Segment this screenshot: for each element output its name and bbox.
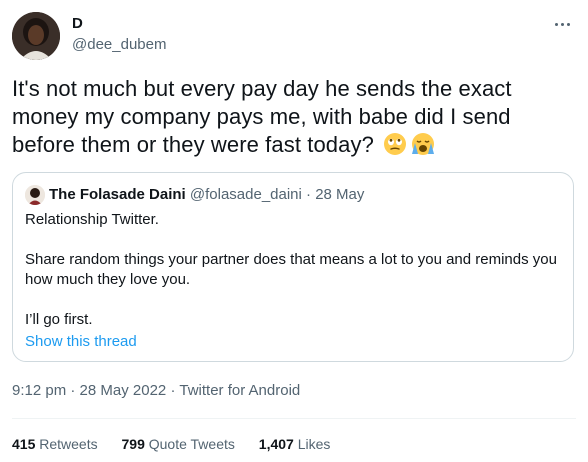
more-options-icon[interactable] [550, 14, 574, 34]
quoted-author-handle[interactable]: @folasade_daini [190, 186, 302, 203]
retweets-stat[interactable]: 415 Retweets [12, 436, 98, 452]
quoted-tweet-text: Relationship Twitter. Share random thing… [25, 210, 565, 330]
author-handle[interactable]: @dee_dubem [72, 36, 166, 53]
quoted-date[interactable]: 28 May [315, 186, 364, 203]
retweets-count: 415 [12, 436, 36, 452]
quoted-separator: · [306, 186, 312, 203]
tweet-date[interactable]: 28 May 2022 [80, 382, 167, 399]
quoted-line-2: Share random things your partner does th… [25, 251, 557, 288]
tweet-time[interactable]: 9:12 pm [12, 382, 66, 399]
meta-separator: · [70, 382, 76, 399]
likes-stat[interactable]: 1,407 Likes [259, 436, 331, 452]
retweets-label: Retweets [39, 436, 98, 452]
divider [12, 418, 576, 419]
tweet-source[interactable]: Twitter for Android [179, 382, 300, 399]
tweet-metadata: 9:12 pm · 28 May 2022 · Twitter for Andr… [12, 382, 300, 399]
quote-tweets-label: Quote Tweets [148, 436, 235, 452]
tweet-text: It's not much but every pay day he sends… [12, 75, 572, 163]
quoted-author-avatar[interactable] [25, 185, 45, 205]
show-thread-link[interactable]: Show this thread [25, 333, 137, 350]
tweet-body: It's not much but every pay day he sends… [12, 76, 512, 157]
engagement-stats: 415 Retweets 799 Quote Tweets 1,407 Like… [12, 436, 350, 452]
likes-label: Likes [297, 436, 331, 452]
author-name[interactable]: D [72, 15, 83, 32]
quote-tweets-stat[interactable]: 799 Quote Tweets [122, 436, 235, 452]
quoted-line-3: I’ll go first. [25, 311, 93, 328]
quoted-tweet-card[interactable]: The Folasade Daini @folasade_daini · 28 … [12, 172, 574, 362]
meta-separator-2: · [170, 382, 176, 399]
face-with-rolling-eyes-emoji [383, 132, 407, 163]
quoted-line-1: Relationship Twitter. [25, 211, 159, 228]
loudly-crying-face-emoji [410, 132, 436, 163]
author-avatar[interactable] [12, 12, 60, 60]
likes-count: 1,407 [258, 436, 294, 452]
quoted-author-name[interactable]: The Folasade Daini [49, 186, 186, 203]
quote-tweets-count: 799 [121, 436, 145, 452]
